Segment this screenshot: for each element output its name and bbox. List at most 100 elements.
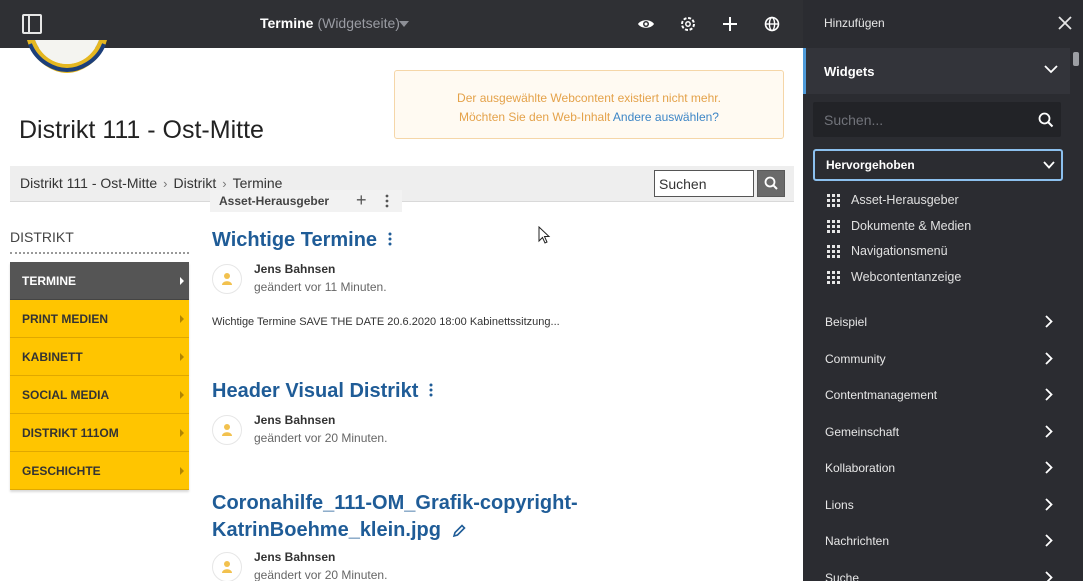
avatar	[212, 264, 242, 294]
nav-divider	[10, 252, 189, 254]
category-beispiel[interactable]: Beispiel	[803, 303, 1073, 340]
widgets-section-toggle[interactable]: Widgets	[803, 48, 1070, 94]
user-icon	[222, 424, 232, 436]
breadcrumb-item[interactable]: Distrikt	[174, 175, 217, 191]
nav-item-termine[interactable]: TERMINE	[10, 262, 189, 300]
widget-label: Navigationsmenü	[851, 244, 948, 258]
nav-heading: DISTRIKT	[10, 229, 74, 245]
asset-title-link[interactable]: Wichtige Termine	[212, 229, 377, 251]
asset-options-icon[interactable]	[428, 383, 434, 397]
widget-item[interactable]: Webcontentanzeige	[827, 270, 971, 296]
asset-title-link[interactable]: KatrinBoehme_klein.jpg	[212, 519, 441, 541]
page-title: Termine	[260, 15, 314, 31]
lions-logo	[27, 40, 107, 73]
breadcrumb-separator: ›	[222, 176, 227, 191]
chevron-right-icon	[1045, 570, 1053, 581]
sidebar-scrollbar[interactable]	[1073, 52, 1079, 66]
breadcrumb: Distrikt 111 - Ost-Mitte › Distrikt › Termin…	[20, 175, 282, 191]
preview-eye-icon[interactable]	[635, 13, 657, 35]
category-lions[interactable]: Lions	[803, 486, 1073, 523]
select-other-link[interactable]: Andere auswählen?	[613, 110, 719, 124]
category-label: Nachrichten	[825, 534, 890, 548]
top-control-bar: Termine (Widgetseite)	[0, 0, 803, 48]
caret-down-icon[interactable]	[399, 21, 409, 27]
category-label: Beispiel	[825, 315, 868, 329]
nav-item-label: TERMINE	[22, 274, 76, 288]
category-suche[interactable]: Suche	[803, 559, 1073, 581]
arrow-right-icon	[180, 353, 184, 361]
section-label: Widgets	[824, 64, 875, 79]
drag-grid-icon	[827, 219, 840, 233]
breadcrumb-item[interactable]: Distrikt 111 - Ost-Mitte	[20, 175, 157, 191]
close-icon[interactable]	[1057, 14, 1073, 32]
globe-icon[interactable]	[761, 13, 783, 35]
edit-pencil-icon[interactable]	[451, 523, 467, 539]
portlet-topper: Asset-Herausgeber +	[210, 190, 402, 212]
breadcrumb-separator: ›	[163, 176, 168, 191]
modified-date: geändert vor 11 Minuten.	[254, 280, 387, 294]
arrow-right-icon	[180, 315, 184, 323]
drag-grid-icon	[827, 194, 840, 207]
arrow-right-icon	[180, 429, 184, 437]
asset-entry: Wichtige Termine Jens Bahnsen geändert v…	[212, 227, 560, 328]
featured-category-toggle[interactable]: Hervorgehoben	[813, 149, 1063, 181]
nav-item-kabinett[interactable]: KABINETT	[10, 338, 189, 376]
asset-title-row: Coronahilfe_111-OM_Grafik-copyright- Kat…	[212, 490, 578, 544]
nav-item-print-medien[interactable]: PRINT MEDIEN	[10, 300, 189, 338]
notice-line-2: Möchten Sie den Web-Inhalt Andere auswäh…	[395, 108, 783, 127]
site-search-button[interactable]	[757, 170, 785, 197]
author-name: Jens Bahnsen	[254, 262, 336, 276]
chevron-right-icon	[1045, 534, 1053, 547]
author-name: Jens Bahnsen	[254, 550, 336, 564]
category-nachrichten[interactable]: Nachrichten	[803, 522, 1073, 559]
nav-item-label: KABINETT	[22, 350, 83, 364]
portlet-options-icon[interactable]	[384, 194, 390, 208]
widget-category-list: Beispiel Community Contentmanagement Gem…	[803, 303, 1073, 581]
chevron-right-icon	[1045, 388, 1053, 401]
nav-item-distrikt-111om[interactable]: DISTRIKT 111OM	[10, 414, 189, 452]
panel-toggle-icon[interactable]	[22, 14, 42, 34]
modified-date: geändert vor 20 Minuten.	[254, 431, 388, 445]
nav-item-social-media[interactable]: SOCIAL MEDIA	[10, 376, 189, 414]
chevron-down-icon	[1043, 161, 1055, 169]
author-name: Jens Bahnsen	[254, 413, 336, 427]
asset-title-link[interactable]: Header Visual Distrikt	[212, 380, 418, 402]
nav-item-label: GESCHICHTE	[22, 464, 101, 478]
avatar	[212, 552, 242, 581]
avatar	[212, 415, 242, 445]
asset-options-icon[interactable]	[387, 232, 393, 246]
modified-date: geändert vor 20 Minuten.	[254, 568, 388, 581]
search-icon[interactable]	[1038, 112, 1054, 128]
asset-title-link[interactable]: Coronahilfe_111-OM_Grafik-copyright-	[212, 490, 578, 517]
sidebar-title: Hinzufügen	[824, 16, 885, 30]
category-kollaboration[interactable]: Kollaboration	[803, 449, 1073, 486]
add-plus-icon[interactable]	[719, 13, 741, 35]
nav-item-label: PRINT MEDIEN	[22, 312, 109, 326]
portlet-add-icon[interactable]: +	[356, 190, 367, 211]
chevron-right-icon	[1045, 351, 1053, 365]
category-community[interactable]: Community	[803, 340, 1073, 377]
widget-item[interactable]: Navigationsmenü	[827, 244, 971, 270]
breadcrumb-item[interactable]: Termine	[233, 175, 283, 191]
notice-line-2-text: Möchten Sie den Web-Inhalt	[459, 110, 611, 124]
site-search-input[interactable]	[654, 170, 754, 197]
widget-label: Dokumente & Medien	[851, 218, 972, 233]
settings-gear-icon[interactable]	[677, 13, 699, 35]
chevron-down-icon	[1044, 65, 1058, 74]
widget-label: Webcontentanzeige	[851, 269, 962, 284]
widget-search-input[interactable]	[814, 103, 1034, 136]
category-label: Gemeinschaft	[825, 424, 900, 439]
widget-item[interactable]: Dokumente & Medien	[827, 219, 971, 245]
category-gemeinschaft[interactable]: Gemeinschaft	[803, 413, 1073, 450]
widget-item[interactable]: Asset-Herausgeber	[827, 193, 971, 219]
page-title-selector[interactable]: Termine (Widgetseite)	[260, 15, 400, 31]
arrow-right-icon	[180, 277, 184, 285]
drag-grid-icon	[827, 245, 840, 258]
chevron-right-icon	[1045, 424, 1053, 438]
notice-line-1: Der ausgewählte Webcontent existiert nic…	[457, 91, 721, 105]
category-label: Contentmanagement	[825, 388, 938, 402]
widget-label: Asset-Herausgeber	[851, 193, 959, 207]
asset-metadata: Jens Bahnsen geändert vor 20 Minuten.	[212, 550, 578, 581]
category-contentmanagement[interactable]: Contentmanagement	[803, 376, 1073, 413]
nav-item-geschichte[interactable]: GESCHICHTE	[10, 452, 189, 490]
